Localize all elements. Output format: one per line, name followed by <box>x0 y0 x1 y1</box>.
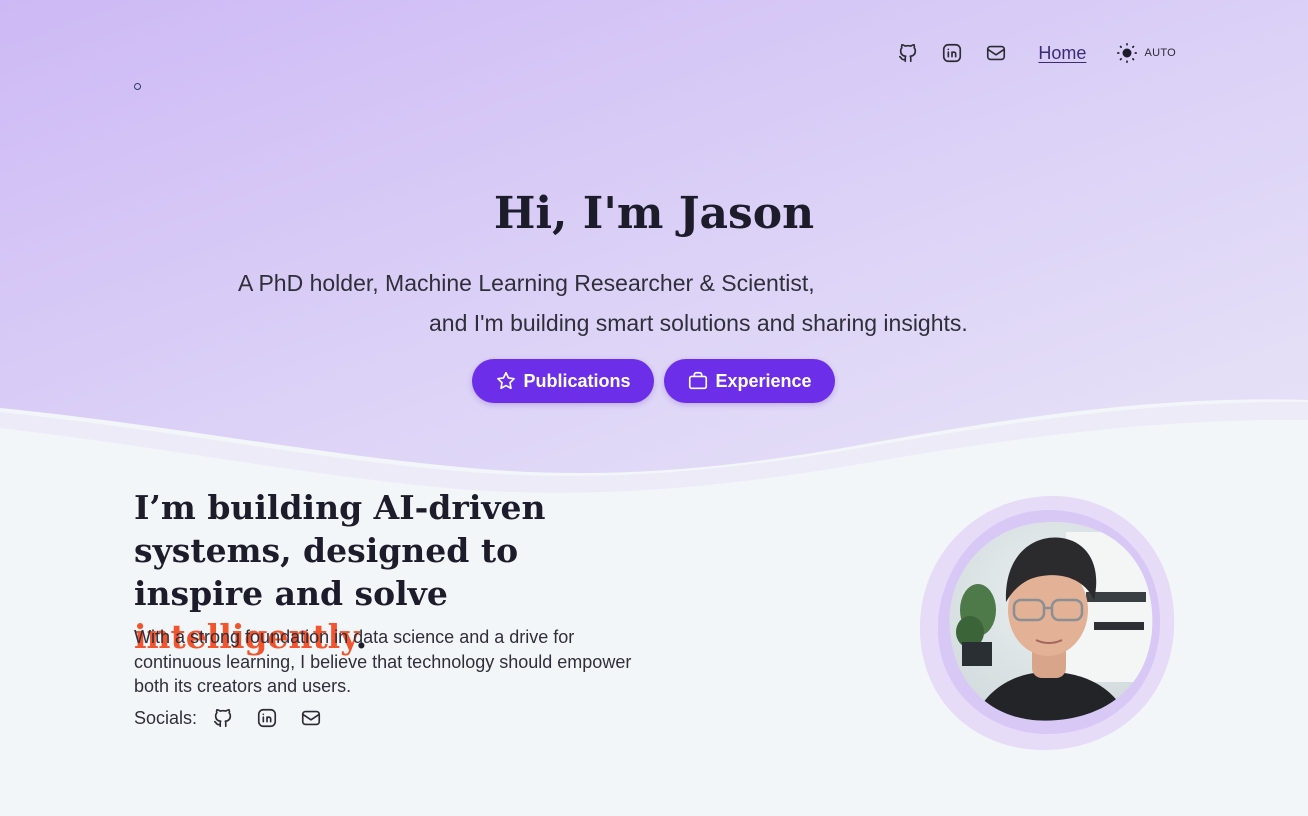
mail-icon[interactable] <box>984 41 1008 65</box>
experience-label: Experience <box>715 370 812 391</box>
sun-icon <box>1117 43 1138 63</box>
top-navigation: Home AUTO <box>896 38 1176 68</box>
linkedin-icon[interactable] <box>940 41 964 65</box>
briefcase-icon <box>689 371 708 390</box>
mail-icon[interactable] <box>299 706 323 730</box>
github-icon[interactable] <box>896 41 920 65</box>
logo-dot <box>134 83 141 90</box>
publications-label: Publications <box>523 370 631 391</box>
avatar <box>919 495 1175 750</box>
socials-label: Socials: <box>134 707 198 728</box>
linkedin-icon[interactable] <box>255 706 279 730</box>
experience-button[interactable]: Experience <box>664 359 835 403</box>
github-icon[interactable] <box>211 706 235 730</box>
hero-subtitle-line1: A PhD holder, Machine Learning Researche… <box>238 270 815 296</box>
hero-title: Hi, I'm Jason <box>493 188 815 239</box>
socials-row: Socials: <box>134 706 323 730</box>
headline-text: I’m building AI-driven systems, designed… <box>134 488 546 613</box>
star-icon <box>497 371 516 390</box>
theme-toggle[interactable]: AUTO <box>1116 42 1176 64</box>
hero-background <box>0 0 1308 520</box>
hero-subtitle-line2: and I'm building smart solutions and sha… <box>429 310 968 336</box>
publications-button[interactable]: Publications <box>472 359 654 403</box>
about-description: With a strong foundation in data science… <box>134 627 632 696</box>
nav-home-link[interactable]: Home <box>1038 43 1086 64</box>
theme-label: AUTO <box>1144 47 1176 59</box>
